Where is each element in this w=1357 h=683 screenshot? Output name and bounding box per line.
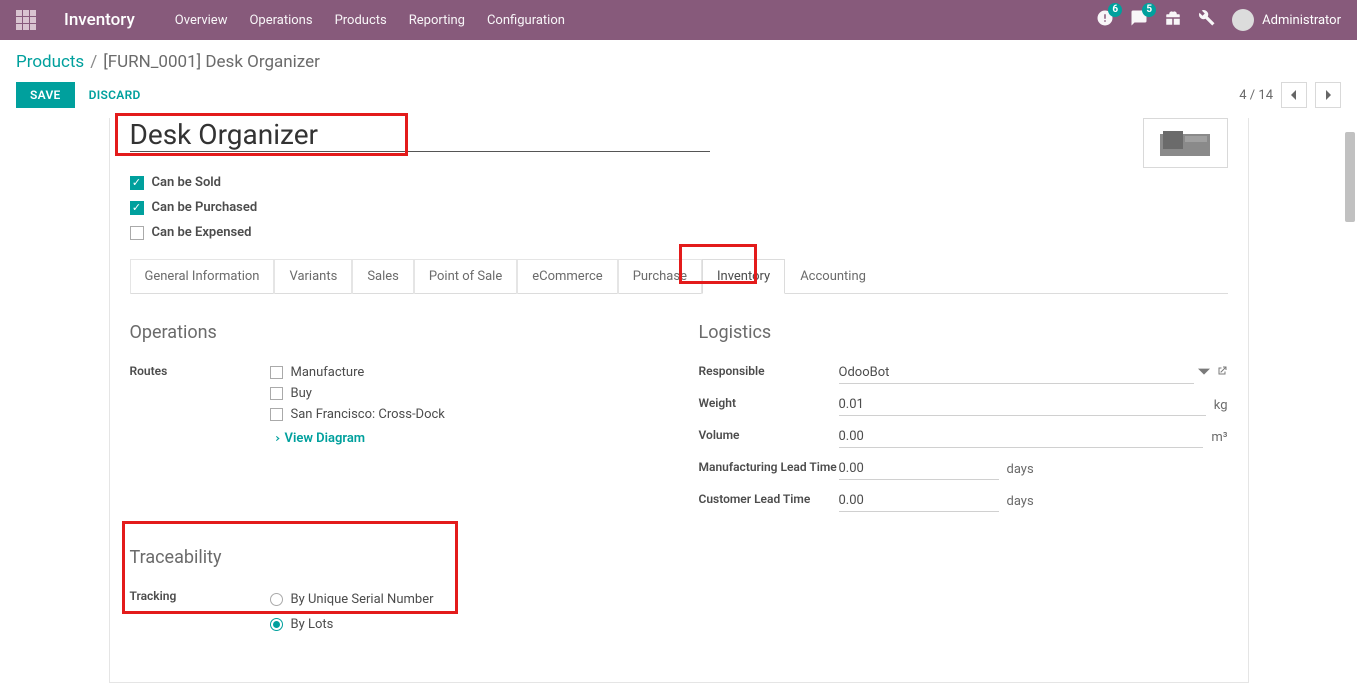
traceability-section: Traceability Tracking By Unique Serial N… xyxy=(110,517,1248,642)
volume-unit: m³ xyxy=(1211,430,1227,445)
nav-overview[interactable]: Overview xyxy=(175,13,228,28)
logistics-title: Logistics xyxy=(699,322,1228,343)
app-name[interactable]: Inventory xyxy=(64,10,135,30)
product-image[interactable] xyxy=(1143,118,1228,168)
can-be-expensed-checkbox[interactable] xyxy=(130,226,144,240)
cust-lead-unit: days xyxy=(1007,494,1034,509)
topbar-right: 6 5 Administrator xyxy=(1096,9,1341,31)
product-name-input[interactable] xyxy=(130,118,710,152)
chevron-right-icon xyxy=(1323,90,1333,100)
responsible-input[interactable] xyxy=(839,362,1194,384)
cust-lead-input[interactable] xyxy=(839,490,999,512)
chevron-left-icon xyxy=(1289,90,1299,100)
activities-badge: 6 xyxy=(1108,3,1122,17)
user-name: Administrator xyxy=(1262,13,1341,28)
cust-lead-label: Customer Lead Time xyxy=(699,490,839,506)
product-image-placeholder xyxy=(1155,126,1215,161)
tracking-serial-radio[interactable] xyxy=(270,593,283,606)
activities-icon[interactable]: 6 xyxy=(1096,9,1114,31)
weight-unit: kg xyxy=(1214,398,1228,413)
form-sheet: Can be Sold Can be Purchased Can be Expe… xyxy=(109,118,1249,683)
can-be-sold-label: Can be Sold xyxy=(152,175,222,190)
weight-input[interactable] xyxy=(839,394,1206,416)
view-diagram-label: View Diagram xyxy=(285,431,366,446)
tab-sales[interactable]: Sales xyxy=(352,259,414,294)
tracking-serial-label: By Unique Serial Number xyxy=(291,592,434,607)
nav-products[interactable]: Products xyxy=(335,13,387,28)
arrow-right-icon xyxy=(270,433,281,444)
operations-column: Operations Routes Manufacture Buy xyxy=(130,322,659,517)
tracking-label: Tracking xyxy=(130,587,270,603)
route-buy-checkbox[interactable] xyxy=(270,387,283,400)
can-be-sold-checkbox[interactable] xyxy=(130,176,144,190)
routes-label: Routes xyxy=(130,362,270,378)
wrench-icon[interactable] xyxy=(1198,9,1216,31)
tracking-lots-label: By Lots xyxy=(291,617,334,632)
pager-next-button[interactable] xyxy=(1315,82,1341,108)
pager-text: 4 / 14 xyxy=(1239,88,1273,103)
breadcrumb-current: [FURN_0001] Desk Organizer xyxy=(103,52,320,72)
tab-content: Operations Routes Manufacture Buy xyxy=(110,294,1248,517)
operations-title: Operations xyxy=(130,322,659,343)
tab-point-of-sale[interactable]: Point of Sale xyxy=(414,259,517,294)
tab-general-information[interactable]: General Information xyxy=(130,259,275,294)
pager-prev-button[interactable] xyxy=(1281,82,1307,108)
breadcrumb-separator: / xyxy=(90,52,97,72)
title-row xyxy=(110,118,1248,168)
product-options: Can be Sold Can be Purchased Can be Expe… xyxy=(110,168,1248,259)
logistics-column: Logistics Responsible Weight kg xyxy=(699,322,1228,517)
can-be-purchased-label: Can be Purchased xyxy=(152,200,258,215)
breadcrumb-root[interactable]: Products xyxy=(16,52,84,72)
discard-button[interactable]: DISCARD xyxy=(89,88,141,102)
tab-purchase[interactable]: Purchase xyxy=(618,259,702,294)
responsible-dropdown-icon[interactable] xyxy=(1198,365,1210,381)
tracking-lots-radio[interactable] xyxy=(270,618,283,631)
action-bar: SAVE DISCARD 4 / 14 xyxy=(0,76,1357,118)
route-manufacture-checkbox[interactable] xyxy=(270,366,283,379)
route-buy-label: Buy xyxy=(291,386,312,401)
scrollbar[interactable] xyxy=(1341,40,1357,619)
avatar xyxy=(1232,9,1254,31)
user-menu[interactable]: Administrator xyxy=(1232,9,1341,31)
mfg-lead-input[interactable] xyxy=(839,458,999,480)
tab-ecommerce[interactable]: eCommerce xyxy=(517,259,617,294)
volume-input[interactable] xyxy=(839,426,1204,448)
weight-label: Weight xyxy=(699,394,839,410)
scrollbar-thumb[interactable] xyxy=(1345,132,1355,222)
gift-icon[interactable] xyxy=(1164,9,1182,31)
can-be-purchased-checkbox[interactable] xyxy=(130,201,144,215)
tab-variants[interactable]: Variants xyxy=(274,259,352,294)
mfg-lead-unit: days xyxy=(1007,462,1034,477)
messages-badge: 5 xyxy=(1142,3,1156,17)
view-diagram-link[interactable]: View Diagram xyxy=(270,431,366,446)
tabs: General Information Variants Sales Point… xyxy=(130,259,1228,294)
pager: 4 / 14 xyxy=(1239,82,1341,108)
messages-icon[interactable]: 5 xyxy=(1130,9,1148,31)
can-be-expensed-label: Can be Expensed xyxy=(152,225,252,240)
responsible-label: Responsible xyxy=(699,362,839,378)
nav-operations[interactable]: Operations xyxy=(249,13,312,28)
breadcrumb: Products / [FURN_0001] Desk Organizer xyxy=(0,40,1357,76)
tab-inventory[interactable]: Inventory xyxy=(702,259,785,294)
nav-configuration[interactable]: Configuration xyxy=(487,13,565,28)
tab-accounting[interactable]: Accounting xyxy=(785,259,881,294)
route-crossdock-label: San Francisco: Cross-Dock xyxy=(291,407,445,422)
route-crossdock-checkbox[interactable] xyxy=(270,408,283,421)
nav-reporting[interactable]: Reporting xyxy=(409,13,465,28)
save-button[interactable]: SAVE xyxy=(16,82,75,108)
mfg-lead-label: Manufacturing Lead Time xyxy=(699,458,839,474)
top-navbar: Inventory Overview Operations Products R… xyxy=(0,0,1357,40)
volume-label: Volume xyxy=(699,426,839,442)
apps-launcher-icon[interactable] xyxy=(16,10,36,30)
nav-links: Overview Operations Products Reporting C… xyxy=(175,13,565,28)
traceability-title: Traceability xyxy=(130,547,1228,568)
route-manufacture-label: Manufacture xyxy=(291,365,365,380)
responsible-external-icon[interactable] xyxy=(1216,365,1228,381)
